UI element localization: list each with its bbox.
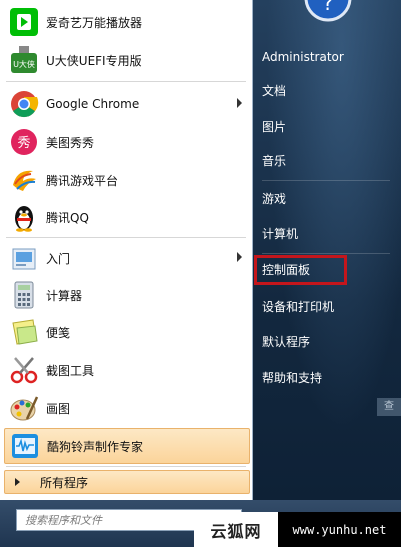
- usb-badge-text: U大侠: [13, 59, 35, 69]
- program-item-calculator[interactable]: 计算器: [4, 277, 250, 313]
- meitu-badge-text: 秀: [17, 136, 30, 151]
- getting-started-icon: [8, 242, 40, 274]
- program-item-udaxia[interactable]: U大侠 U大侠UEFI专用版: [4, 42, 250, 78]
- program-item-meitu[interactable]: 秀 美图秀秀: [4, 124, 250, 160]
- devices-printers-link[interactable]: 设备和打印机: [262, 294, 334, 320]
- program-label: 便笺: [46, 325, 71, 340]
- program-label: 画图: [46, 401, 71, 416]
- qq-penguin-icon: [8, 201, 40, 233]
- chrome-icon: [8, 88, 40, 120]
- user-avatar-icon[interactable]: ?: [304, 0, 352, 22]
- separator: [6, 237, 246, 238]
- iqiyi-player-icon: [8, 6, 40, 38]
- default-programs-link[interactable]: 默认程序: [262, 329, 310, 355]
- program-label: 计算器: [46, 288, 83, 303]
- snipping-tool-icon: [8, 354, 40, 386]
- calculator-icon: [8, 279, 40, 311]
- program-label: 腾讯游戏平台: [46, 173, 119, 188]
- separator: [6, 81, 246, 82]
- program-label: 酷狗铃声制作专家: [47, 439, 144, 454]
- computer-link[interactable]: 计算机: [262, 221, 298, 247]
- submenu-arrow-icon: [237, 98, 242, 108]
- find-hint-tab: 查: [377, 398, 401, 416]
- program-item-tencent-game[interactable]: 腾讯游戏平台: [4, 162, 250, 198]
- program-item-paint[interactable]: 画图: [4, 390, 250, 426]
- all-programs-label: 所有程序: [40, 475, 89, 490]
- watermark-url: www.yunhu.net: [278, 512, 401, 547]
- program-label: 爱奇艺万能播放器: [46, 15, 143, 30]
- program-label: 截图工具: [46, 363, 95, 378]
- right-links-panel: [253, 0, 401, 500]
- program-item-qq[interactable]: 腾讯QQ: [4, 199, 250, 235]
- highlight-rectangle: [254, 255, 347, 285]
- paint-icon: [8, 392, 40, 424]
- program-label: 入门: [46, 251, 71, 266]
- watermark: 云狐网 www.yunhu.net: [194, 512, 401, 547]
- program-list-panel: 爱奇艺万能播放器 U大侠 U大侠UEFI专用版 Google Chrome 秀 …: [0, 0, 253, 500]
- program-item-chrome[interactable]: Google Chrome: [4, 86, 250, 122]
- separator: [6, 466, 246, 467]
- program-item-kugou-ringtone[interactable]: 酷狗铃声制作专家: [4, 428, 250, 464]
- kugou-ringtone-icon: [9, 430, 41, 462]
- program-item-sticky-notes[interactable]: 便笺: [4, 314, 250, 350]
- separator: [262, 180, 390, 181]
- separator: [262, 253, 390, 254]
- meitu-xiuxiu-icon: 秀: [8, 126, 40, 158]
- user-name-link[interactable]: Administrator: [262, 44, 344, 70]
- svg-text:?: ?: [323, 0, 334, 15]
- program-label: U大侠UEFI专用版: [46, 53, 142, 68]
- program-item-iqiyi[interactable]: 爱奇艺万能播放器: [4, 4, 250, 40]
- submenu-arrow-icon: [237, 252, 242, 262]
- program-label: 美图秀秀: [46, 135, 95, 150]
- all-programs-button[interactable]: 所有程序: [4, 470, 250, 494]
- music-link[interactable]: 音乐: [262, 148, 286, 174]
- watermark-logo: 云狐网: [194, 512, 278, 547]
- program-label: 腾讯QQ: [46, 210, 89, 225]
- expand-arrow-icon: [15, 478, 20, 486]
- games-link[interactable]: 游戏: [262, 186, 286, 212]
- program-item-getting-started[interactable]: 入门: [4, 240, 250, 276]
- tencent-game-icon: [8, 164, 40, 196]
- udaxia-usb-icon: U大侠: [8, 44, 40, 76]
- sticky-notes-icon: [8, 316, 40, 348]
- documents-link[interactable]: 文档: [262, 78, 286, 104]
- program-item-snipping-tool[interactable]: 截图工具: [4, 352, 250, 388]
- help-support-link[interactable]: 帮助和支持: [262, 365, 322, 391]
- program-label: Google Chrome: [46, 97, 140, 111]
- pictures-link[interactable]: 图片: [262, 114, 286, 140]
